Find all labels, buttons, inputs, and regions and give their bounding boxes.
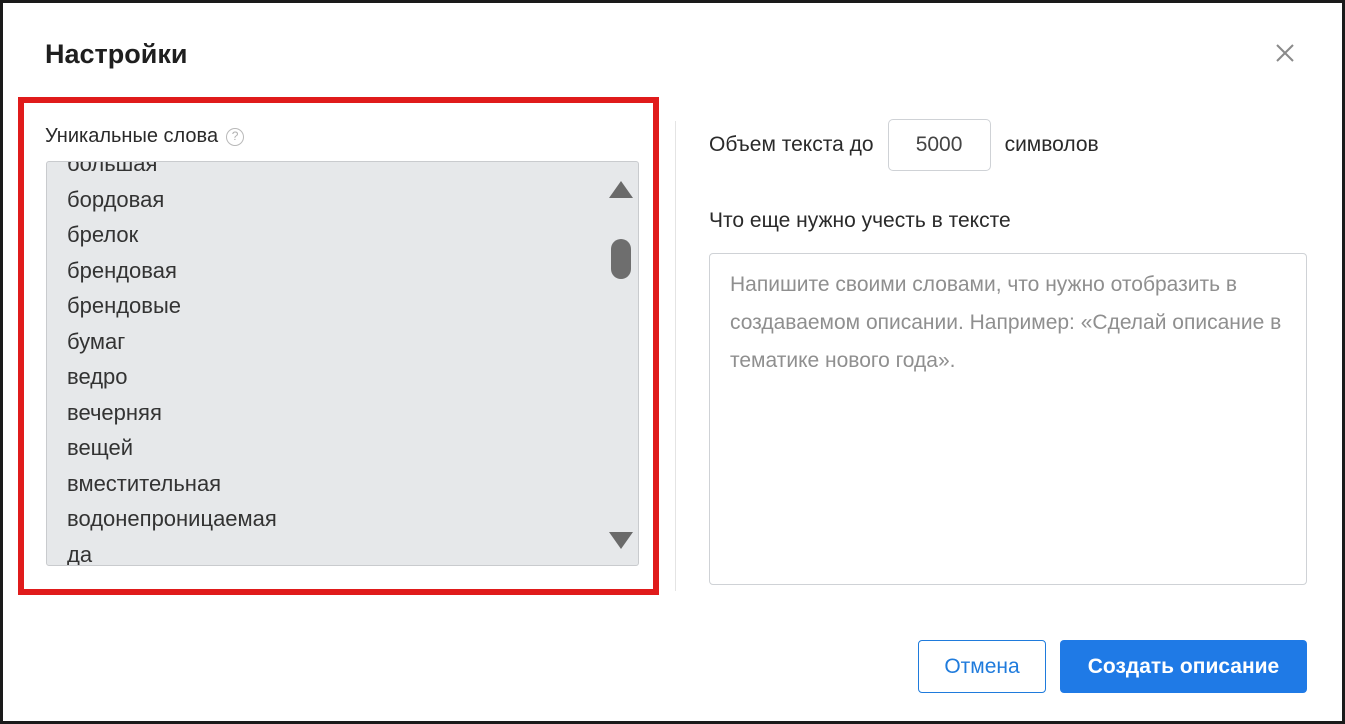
- list-item[interactable]: вещей: [67, 430, 277, 466]
- dialog-title: Настройки: [45, 39, 188, 69]
- extra-requirements-label: Что еще нужно учесть в тексте: [709, 209, 1011, 232]
- create-description-button[interactable]: Создать описание: [1060, 640, 1307, 693]
- list-item[interactable]: брендовые: [67, 288, 277, 324]
- scroll-down-arrow-icon[interactable]: [609, 532, 633, 549]
- list-item[interactable]: брендовая: [67, 253, 277, 289]
- list-item[interactable]: брелок: [67, 217, 277, 253]
- unique-words-list[interactable]: большая бордовая брелок брендовая брендо…: [46, 161, 639, 566]
- close-icon[interactable]: [1269, 37, 1301, 69]
- list-item[interactable]: ведро: [67, 359, 277, 395]
- extra-requirements-textarea[interactable]: [709, 253, 1307, 585]
- unique-words-label-text: Уникальные слова: [45, 125, 219, 147]
- list-item[interactable]: бордовая: [67, 182, 277, 218]
- scrollbar-thumb[interactable]: [611, 239, 631, 279]
- list-item[interactable]: бумаг: [67, 324, 277, 360]
- scroll-up-arrow-icon[interactable]: [609, 181, 633, 198]
- list-item[interactable]: водонепроницаемая: [67, 501, 277, 537]
- list-scrollbar[interactable]: [603, 163, 637, 564]
- text-volume-suffix: символов: [1004, 133, 1099, 156]
- list-item[interactable]: большая: [67, 162, 277, 182]
- unique-words-label: Уникальные слова ?: [45, 125, 245, 148]
- column-divider: [675, 121, 676, 591]
- text-volume-row: Объем текста до символов: [709, 119, 1099, 171]
- list-item[interactable]: вечерняя: [67, 395, 277, 431]
- text-volume-input[interactable]: [887, 119, 991, 171]
- cancel-button[interactable]: Отмена: [918, 640, 1046, 693]
- list-item[interactable]: да: [67, 537, 277, 566]
- list-item[interactable]: вместительная: [67, 466, 277, 502]
- help-circle-icon[interactable]: ?: [226, 127, 245, 146]
- settings-dialog: Настройки Уникальные слова ? большая бор…: [0, 0, 1345, 724]
- text-volume-prefix: Объем текста до: [709, 133, 874, 156]
